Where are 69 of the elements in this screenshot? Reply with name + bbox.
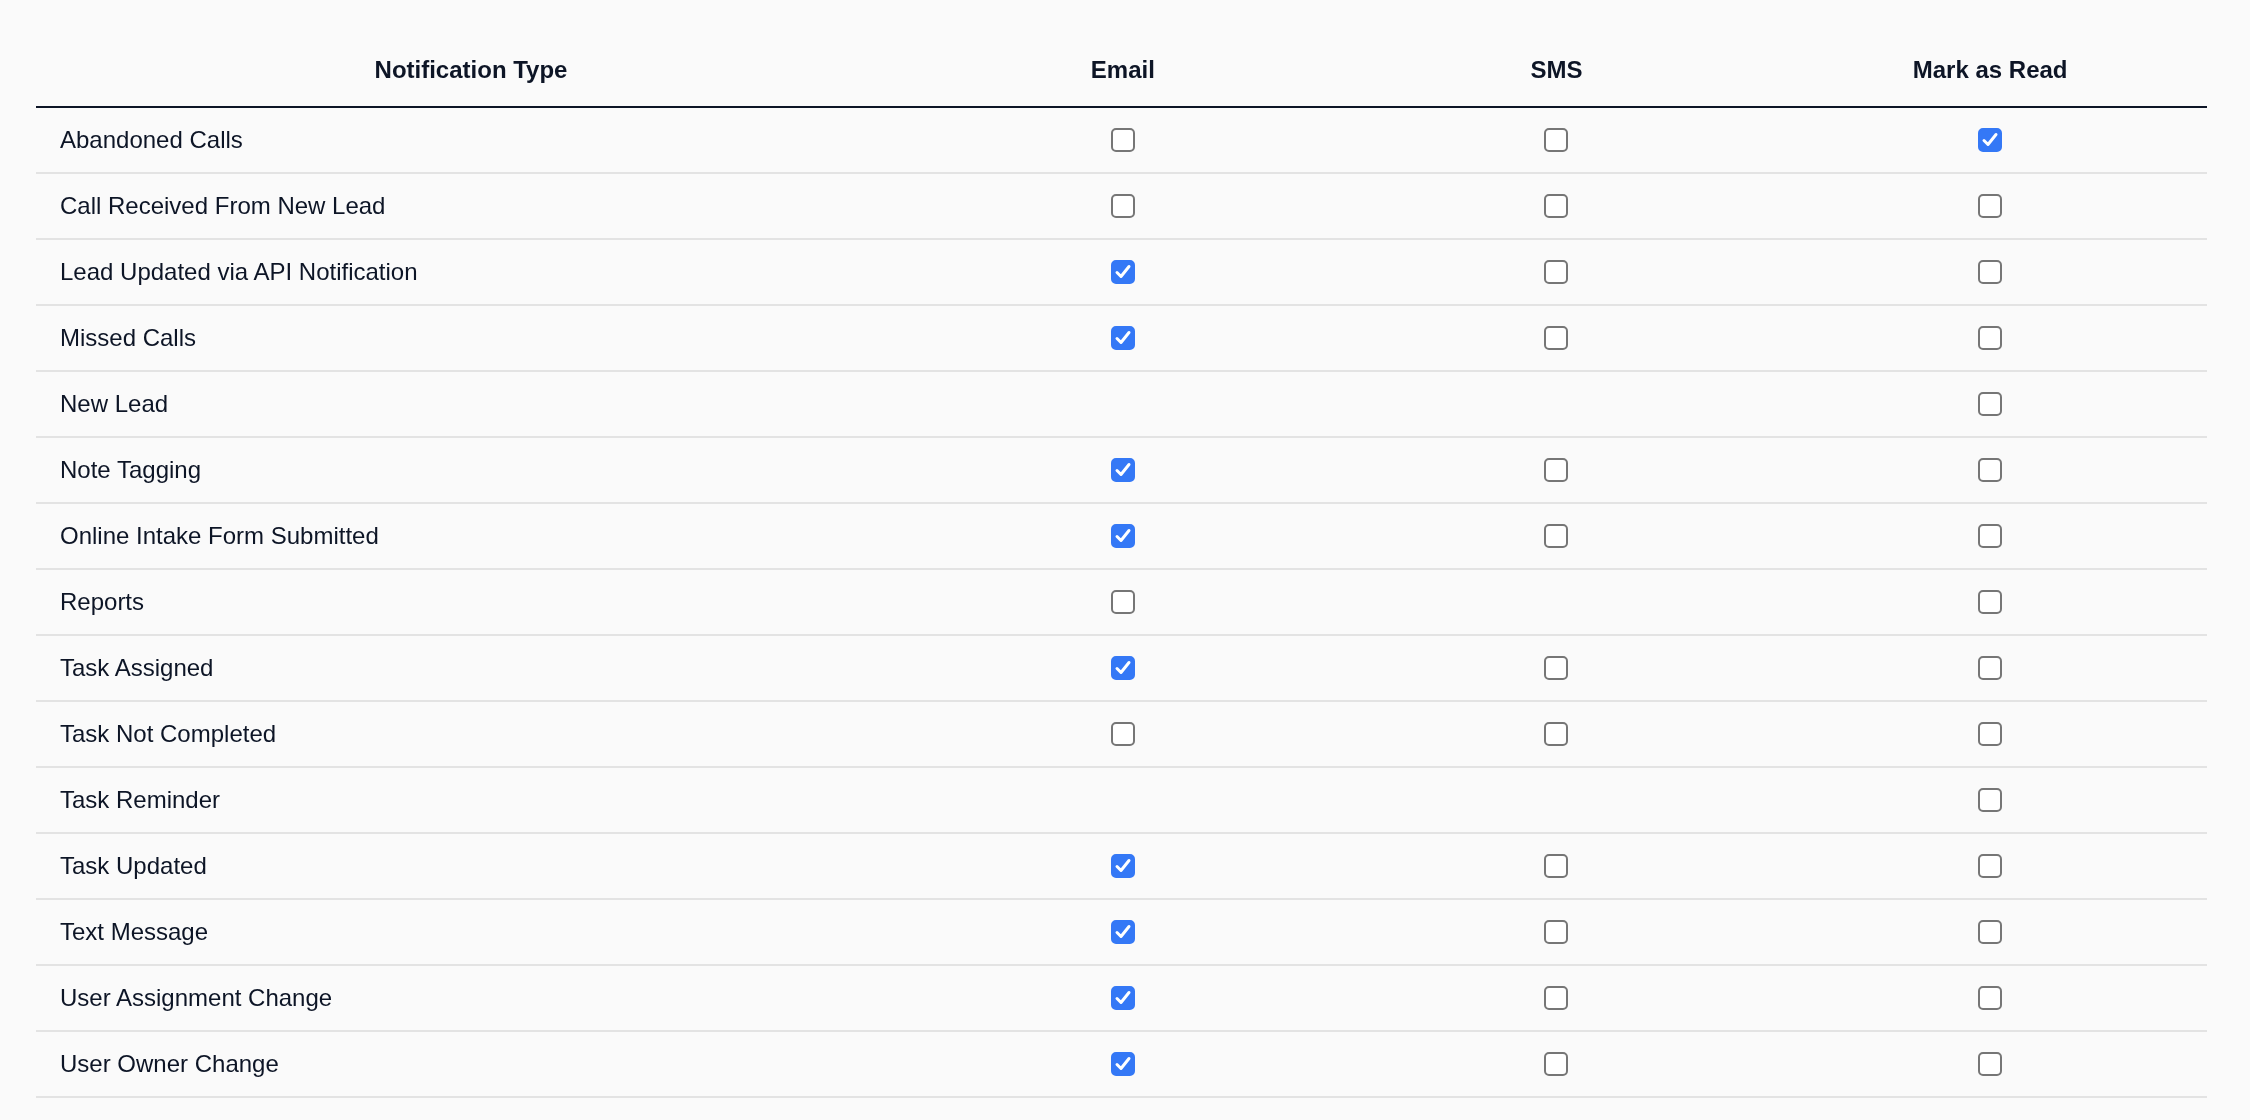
checkbox[interactable] bbox=[1544, 458, 1569, 482]
check-icon bbox=[1113, 527, 1132, 545]
checkbox[interactable] bbox=[1978, 854, 2003, 878]
notification-type-cell: Lead Updated via API Notification bbox=[36, 240, 906, 306]
checkbox[interactable] bbox=[1544, 986, 1569, 1010]
notification-type-cell: Note Tagging bbox=[36, 438, 906, 504]
column-header: Notification Type bbox=[36, 36, 906, 108]
notification-type-cell: Online Intake Form Submitted bbox=[36, 504, 906, 570]
checkbox[interactable] bbox=[1978, 392, 2003, 416]
checkbox[interactable] bbox=[1978, 590, 2003, 614]
checkbox[interactable] bbox=[1110, 458, 1135, 482]
checkbox[interactable] bbox=[1978, 194, 2003, 218]
checkbox[interactable] bbox=[1110, 854, 1135, 878]
check-icon bbox=[1113, 857, 1132, 875]
checkbox[interactable] bbox=[1978, 326, 2003, 350]
check-icon bbox=[1113, 989, 1132, 1007]
checkbox[interactable] bbox=[1110, 986, 1135, 1010]
checkbox[interactable] bbox=[1978, 524, 2003, 548]
check-icon bbox=[1113, 461, 1132, 479]
checkbox[interactable] bbox=[1544, 326, 1569, 350]
checkbox[interactable] bbox=[1978, 656, 2003, 680]
checkbox[interactable] bbox=[1544, 656, 1569, 680]
checkbox[interactable] bbox=[1110, 260, 1135, 284]
checkbox[interactable] bbox=[1110, 128, 1135, 152]
checkbox[interactable] bbox=[1544, 128, 1569, 152]
column-header: Email bbox=[906, 36, 1340, 108]
column-header: SMS bbox=[1339, 36, 1774, 108]
notification-type-cell: Task Updated bbox=[36, 834, 906, 900]
checkbox[interactable] bbox=[1544, 920, 1569, 944]
check-icon bbox=[1981, 131, 2000, 149]
checkbox[interactable] bbox=[1544, 260, 1569, 284]
checkbox[interactable] bbox=[1544, 1052, 1569, 1076]
checkbox[interactable] bbox=[1978, 722, 2003, 746]
checkbox[interactable] bbox=[1978, 920, 2003, 944]
notification-type-cell: User Owner Change bbox=[36, 1032, 906, 1098]
notification-type-cell: Abandoned Calls bbox=[36, 108, 906, 174]
checkbox[interactable] bbox=[1978, 128, 2003, 152]
notification-type-cell: Call Received From New Lead bbox=[36, 174, 906, 240]
checkbox[interactable] bbox=[1110, 656, 1135, 680]
checkbox[interactable] bbox=[1978, 458, 2003, 482]
checkbox[interactable] bbox=[1978, 1052, 2003, 1076]
notification-type-cell: Missed Calls bbox=[36, 306, 906, 372]
check-icon bbox=[1113, 1055, 1132, 1073]
notification-type-cell: User Assignment Change bbox=[36, 966, 906, 1032]
checkbox[interactable] bbox=[1544, 854, 1569, 878]
notification-type-cell: Task Reminder bbox=[36, 768, 906, 834]
notification-type-cell: Reports bbox=[36, 570, 906, 636]
checkbox[interactable] bbox=[1978, 260, 2003, 284]
checkbox[interactable] bbox=[1544, 722, 1569, 746]
checkbox[interactable] bbox=[1110, 722, 1135, 746]
checkbox[interactable] bbox=[1110, 590, 1135, 614]
checkbox[interactable] bbox=[1110, 524, 1135, 548]
checkbox[interactable] bbox=[1110, 194, 1135, 218]
checkbox[interactable] bbox=[1978, 986, 2003, 1010]
checkbox[interactable] bbox=[1110, 326, 1135, 350]
check-icon bbox=[1113, 263, 1132, 281]
checkbox[interactable] bbox=[1978, 788, 2003, 812]
checkbox[interactable] bbox=[1110, 1052, 1135, 1076]
notification-type-cell: Task Assigned bbox=[36, 636, 906, 702]
checkbox[interactable] bbox=[1544, 524, 1569, 548]
check-icon bbox=[1113, 329, 1132, 347]
check-icon bbox=[1113, 659, 1132, 677]
notification-type-cell: New Lead bbox=[36, 372, 906, 438]
checkbox[interactable] bbox=[1110, 920, 1135, 944]
notification-type-cell: Text Message bbox=[36, 900, 906, 966]
checkbox[interactable] bbox=[1544, 194, 1569, 218]
column-header: Mark as Read bbox=[1773, 36, 2207, 108]
check-icon bbox=[1113, 923, 1132, 941]
notification-type-cell: Task Not Completed bbox=[36, 702, 906, 768]
